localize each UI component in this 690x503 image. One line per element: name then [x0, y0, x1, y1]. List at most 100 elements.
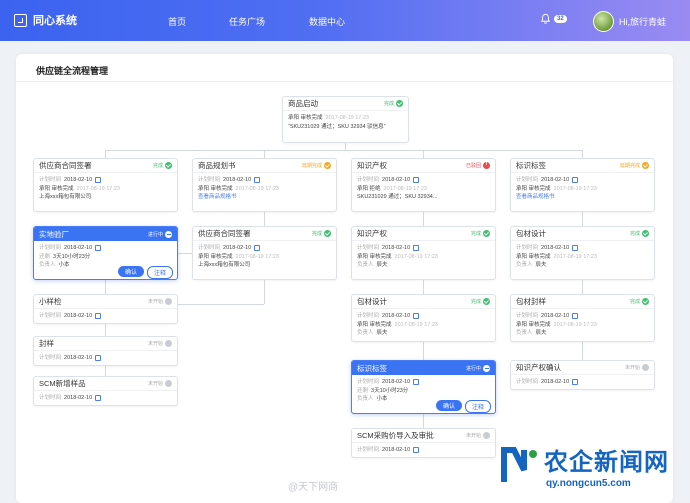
nav-task-square[interactable]: 任务广场 [229, 15, 265, 28]
edit-icon[interactable] [95, 176, 102, 183]
edit-icon[interactable] [413, 446, 420, 453]
task-card-header: 知识产权 已驳回 [352, 159, 495, 173]
user-avatar[interactable] [593, 11, 614, 32]
task-row: 计划时间 2018-02-10 [357, 244, 490, 253]
edit-icon[interactable] [413, 244, 420, 251]
reviewer-name: 承阳 [198, 253, 211, 260]
review-time: 2017-08-19 17:23 [76, 185, 120, 192]
plan-time-value: 2018-02-10 [541, 313, 570, 319]
panel-divider [16, 81, 673, 82]
status-badge: 完成 [384, 100, 403, 107]
task-card-body: 计划时间 2018-02-10 承阳 审核完成 2017-08-19 17:23 负责人… [511, 241, 654, 273]
edit-icon[interactable] [413, 378, 420, 385]
plan-time-label: 计划时间 [39, 395, 62, 401]
nav-home[interactable]: 首页 [168, 15, 186, 28]
task-card-c8[interactable]: 包材设计 完成 计划时间 2018-02-10 承阳 审核完成 2017-08-19 17… [510, 226, 655, 280]
task-card-c1[interactable]: 供应商合同签署 完成 计划时间 2018-02-10 承阳 审核完成 2017-08-19… [33, 158, 178, 212]
edit-icon[interactable] [572, 244, 579, 251]
review-time: 2017-08-19 17:23 [383, 185, 427, 192]
task-card-c13[interactable]: 标识标签 进行中 计划时间 2018-02-10 还剩 3天10小时23分 负责人 小本 确认注… [351, 360, 496, 414]
status-icon [483, 432, 490, 439]
review-result: 拒绝 [369, 185, 381, 192]
task-card-c16[interactable]: SCM采购价导入及审批 未开始计划时间 2018-02-10 [351, 428, 496, 458]
edit-icon[interactable] [95, 244, 102, 251]
task-row: 计划时间 2018-02-10 [357, 446, 490, 455]
confirm-button[interactable]: 确认 [436, 400, 462, 411]
status-icon [642, 364, 649, 371]
task-card-start[interactable]: 商品启动 完成 承阳 审核完成 2017-08-19 17:23 “SKU231029 … [282, 96, 409, 143]
edit-icon[interactable] [572, 378, 579, 385]
task-card-c11[interactable]: 包材封样 完成 计划时间 2018-02-10 承阳 审核完成 2017-08-19 17… [510, 294, 655, 342]
spec-link[interactable]: 查看商品规格书 [516, 194, 555, 200]
review-time: 2017-08-19 17:23 [394, 253, 438, 260]
bell-icon[interactable] [540, 13, 551, 24]
owner-name: 辰夫 [535, 330, 547, 336]
status-badge: 延期完成 [620, 162, 649, 169]
task-row: 计划时间 2018-02-10 [198, 244, 331, 253]
reviewer-name: 承阳 [288, 115, 301, 121]
owner-label: 负责人 [357, 262, 374, 268]
connector-line [582, 150, 583, 158]
plan-time-label: 计划时间 [357, 379, 380, 385]
notification-count-badge[interactable]: 32 [554, 15, 567, 23]
edit-icon[interactable] [413, 176, 420, 183]
confirm-button[interactable]: 确认 [118, 266, 144, 277]
task-card-c3[interactable]: 知识产权已驳回计划时间2018-02-10承阳 拒绝2017-08-19 17:… [351, 158, 496, 212]
task-note: 上海xxx箱包有限公司 [198, 262, 251, 268]
task-card-body: 计划时间 2018-02-10 承阳 拒绝 2017-08-19 17:23 SKU23… [352, 173, 495, 205]
status-label: 进行中 [465, 365, 481, 372]
review-result: 审核完成 [300, 115, 323, 121]
app-logo[interactable]: 同心系统 [14, 12, 77, 28]
task-row: “SKU231029 通过；SKU 32934 驳信息” [288, 123, 403, 132]
spec-link[interactable]: 查看商品规格书 [198, 194, 237, 200]
connector-line [345, 143, 346, 150]
edit-icon[interactable] [413, 312, 420, 319]
edit-icon[interactable] [572, 176, 579, 183]
task-card-header: 包材设计 完成 [511, 227, 654, 241]
note-button[interactable]: 注释 [465, 400, 491, 413]
status-badge: 完成 [630, 298, 649, 305]
task-card-c5[interactable]: 实地验厂 进行中 计划时间 2018-02-10 还剩 3天10小时23分 负责人 小本 确认注… [33, 226, 178, 280]
task-title: SCM采购价导入及审批 [357, 431, 434, 440]
edit-icon[interactable] [254, 176, 261, 183]
task-card-c6[interactable]: 供应商合同签署 完成 计划时间 2018-02-10 承阳 审核完成 2017-08-19… [192, 226, 337, 280]
review-result: 审核完成 [369, 321, 392, 328]
task-card-c9[interactable]: 小样检 未开始 计划时间 2018-02-10 [33, 294, 178, 324]
task-card-c2[interactable]: 商品规划书 延期完成 计划时间 2018-02-10 承阳 审核完成 2017-08-19… [192, 158, 337, 212]
task-title: 供应商合同签署 [39, 161, 92, 170]
user-greeting[interactable]: Hi,旅行青蛙 [619, 15, 666, 28]
reviewer-name: 承阳 [357, 185, 370, 192]
status-label: 未开始 [624, 365, 640, 371]
connector-line [423, 212, 424, 226]
remaining-time: 3天10小时23分 [371, 387, 409, 394]
status-badge: 未开始 [466, 432, 490, 439]
status-badge: 未开始 [148, 380, 172, 387]
connector-line [582, 212, 583, 226]
task-card-c14[interactable]: 知识产权确认 未开始 计划时间 2018-02-10 [510, 360, 655, 390]
note-button[interactable]: 注释 [147, 266, 173, 279]
task-card-body: 承阳 审核完成 2017-08-19 17:23 “SKU231029 通过；SKU… [283, 111, 408, 134]
edit-icon[interactable] [254, 244, 261, 251]
status-badge: 完成 [471, 298, 490, 305]
edit-icon[interactable] [572, 312, 579, 319]
task-title: 知识产权确认 [516, 363, 561, 372]
task-card-body: 计划时间 2018-02-10 承阳 审核完成 2017-08-19 17:23 上海x… [34, 173, 177, 205]
edit-icon[interactable] [95, 394, 102, 401]
task-card-header: SCM采购价导入及审批 未开始 [352, 429, 495, 443]
nav-data-center[interactable]: 数据中心 [309, 15, 345, 28]
task-card-c4[interactable]: 标识标签 延期完成 计划时间 2018-02-10 承阳 审核完成 2017-08-19 … [510, 158, 655, 212]
logo-icon [14, 13, 27, 27]
owner-label: 负责人 [39, 262, 56, 268]
edit-icon[interactable] [95, 354, 102, 361]
task-row: 计划时间 2018-02-10 [516, 244, 649, 253]
edit-icon[interactable] [95, 312, 102, 319]
task-row: 还剩 3天10小时23分 [357, 387, 490, 396]
task-row: 承阳 审核完成 2017-08-19 17:23 [198, 253, 331, 262]
task-row: 负责人 辰夫 [516, 329, 649, 338]
task-card-c12[interactable]: 封样 未开始 计划时间 2018-02-10 [33, 336, 178, 366]
task-card-c15[interactable]: SCM新增样品 未开始 计划时间 2018-02-10 [33, 376, 178, 406]
review-time: 2017-08-19 17:23 [235, 185, 279, 192]
task-card-c10[interactable]: 包材设计 完成 计划时间 2018-02-10 承阳 审核完成 2017-08-19 17… [351, 294, 496, 342]
plan-time-label: 计划时间 [39, 313, 62, 319]
task-card-c7[interactable]: 知识产权 完成 计划时间 2018-02-10 承阳 审核完成 2017-08-19 17… [351, 226, 496, 280]
